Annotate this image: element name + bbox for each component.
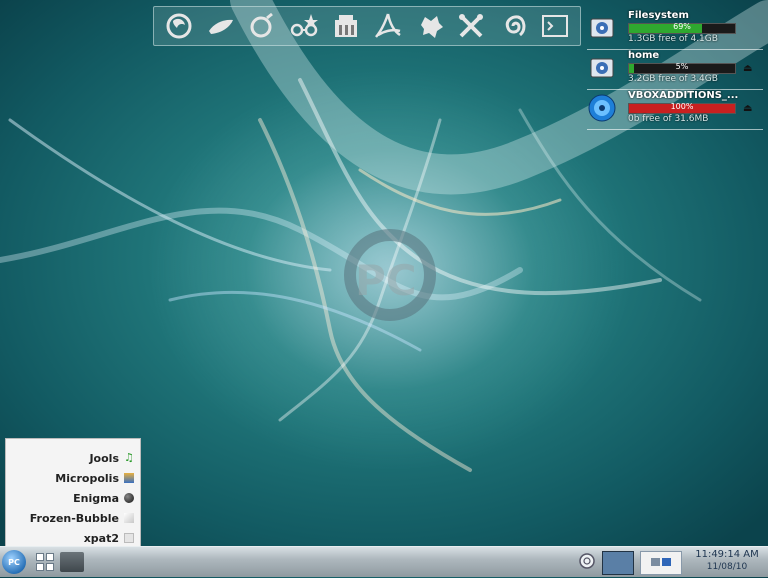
drive-usage-bar: 100% [628,102,736,114]
menu-item-micropolis[interactable]: Micropolis [6,469,140,487]
enigma-icon [124,493,134,503]
start-menu-button[interactable]: PC [2,550,26,574]
clock[interactable]: 11:49:14 AM 11/08/10 [688,549,766,575]
pdf-reader-icon[interactable] [371,9,405,43]
drive-usage-bar: 5% [628,62,736,74]
gimp-icon[interactable] [204,9,238,43]
frozen-bubble-icon [124,513,134,523]
games-menu-popup: Jools ♫ Micropolis Enigma Frozen-Bubble … [5,438,141,548]
drive-vboxadditions[interactable]: VBOXADDITIONS_... 100% 0b free of 31.6MB… [585,90,765,130]
drive-free-space: 3.2GB free of 3.4GB [628,74,718,84]
eject-icon[interactable]: ⏏ [743,103,752,114]
menu-item-label: Micropolis [55,471,119,485]
taskbar: PC 11:49:14 AM 11/08/10 [0,546,768,577]
hard-drive-icon [590,18,614,38]
drive-percent: 5% [675,62,689,71]
drive-filesystem[interactable]: Filesystem 69% 1.3GB free of 4.1GB [585,10,765,50]
menu-item-xpat2[interactable]: xpat2 [6,529,140,547]
search-glasses-icon[interactable] [287,9,321,43]
hard-drive-icon [590,58,614,78]
terminal-icon[interactable] [538,9,572,43]
menu-item-label: Frozen-Bubble [29,511,119,525]
gear-leaf-icon[interactable] [413,9,447,43]
windows-icon [651,558,671,566]
drives-widget: Filesystem 69% 1.3GB free of 4.1GB home … [585,10,765,130]
drive-home[interactable]: home 5% 3.2GB free of 3.4GB ⏏ [585,50,765,90]
drive-percent: 100% [670,102,694,111]
drive-usage-bar: 69% [628,22,736,34]
menu-item-jools[interactable]: Jools ♫ [6,449,140,467]
drive-percent: 69% [673,22,691,31]
cdrom-icon [588,94,616,122]
drive-name: VBOXADDITIONS_... [628,90,739,101]
firefox-icon[interactable] [162,9,196,43]
desktop-grid-icon[interactable] [36,553,54,571]
svg-text:PC: PC [355,256,417,305]
drive-free-space: 0b free of 31.6MB [628,114,709,124]
drive-free-space: 1.3GB free of 4.1GB [628,34,718,44]
drive-name: Filesystem [628,10,689,21]
xpat2-icon [124,533,134,543]
micropolis-icon [124,473,134,483]
drive-name: home [628,50,660,61]
desktop-pager[interactable] [602,551,634,575]
clock-date: 11/08/10 [706,562,748,572]
menu-item-label: xpat2 [83,531,119,545]
office-suite-icon[interactable] [329,9,363,43]
eject-icon[interactable]: ⏏ [743,63,752,74]
menu-item-enigma[interactable]: Enigma [6,489,140,507]
menu-item-label: Enigma [73,491,119,505]
network-tray-icon[interactable] [578,552,596,570]
clock-time: 11:49:14 AM [695,549,759,560]
show-desktop-button[interactable] [640,551,682,575]
beagle-ring-icon[interactable] [245,9,279,43]
task-window-button[interactable] [60,552,84,572]
swirl-icon[interactable] [496,9,530,43]
application-dock [153,6,581,46]
menu-item-frozen-bubble[interactable]: Frozen-Bubble [6,509,140,527]
system-tools-icon[interactable] [454,9,488,43]
jools-icon: ♫ [124,451,134,464]
menu-item-label: Jools [89,451,119,465]
start-label: PC [8,557,20,567]
